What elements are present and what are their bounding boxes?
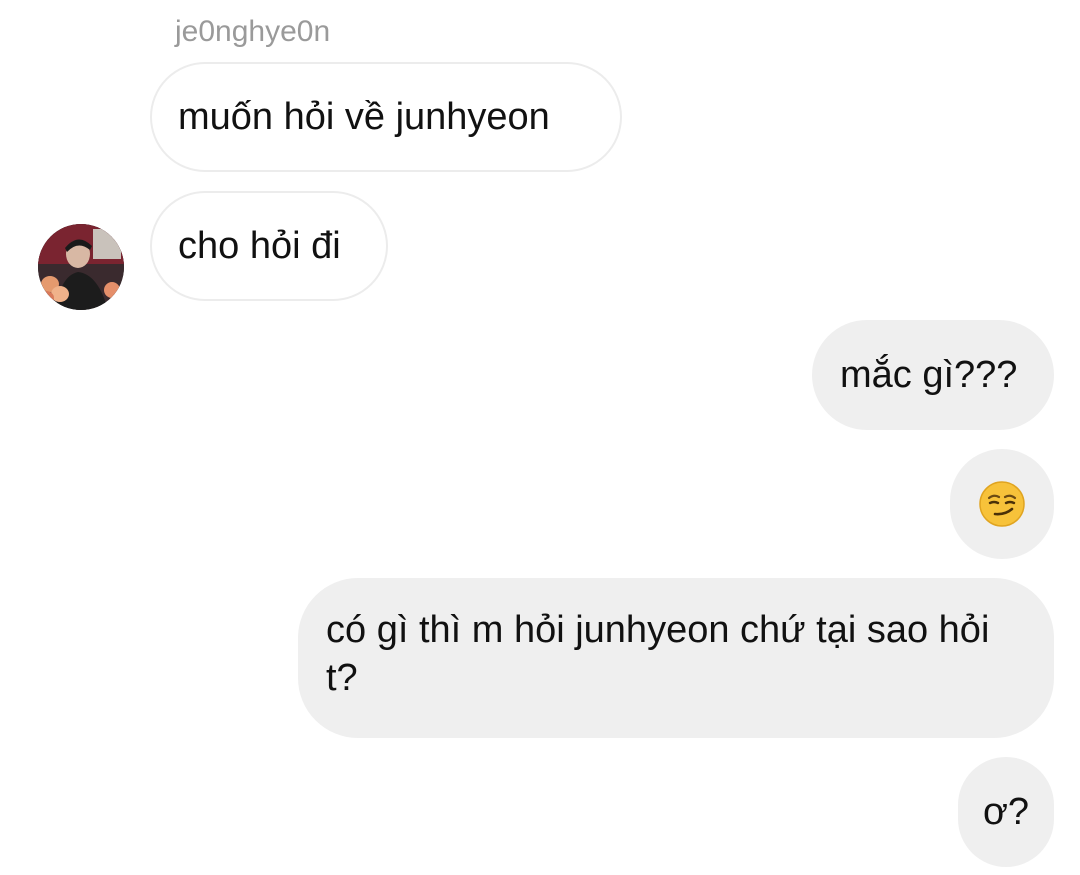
smirking-face-emoji — [979, 481, 1025, 527]
message-text: ơ? — [982, 791, 1030, 833]
message-text: có gì thì m hỏi junhyeon chứ tại sao hỏi… — [326, 609, 990, 699]
message-bubble-outgoing[interactable]: có gì thì m hỏi junhyeon chứ tại sao hỏi… — [298, 578, 1054, 738]
sender-avatar[interactable] — [38, 224, 124, 310]
message-bubble-outgoing[interactable]: mắc gì??? — [812, 320, 1054, 430]
message-text: muốn hỏi về junhyeon — [178, 96, 550, 138]
message-text: cho hỏi đi — [178, 225, 341, 267]
message-bubble-incoming[interactable]: cho hỏi đi — [150, 191, 388, 301]
message-bubble-outgoing[interactable]: ơ? — [958, 757, 1054, 867]
avatar-photo — [38, 224, 124, 310]
sender-username: je0nghye0n — [175, 15, 331, 48]
message-bubble-outgoing[interactable] — [950, 449, 1054, 559]
message-text: mắc gì??? — [840, 354, 1018, 396]
message-bubble-incoming[interactable]: muốn hỏi về junhyeon — [150, 62, 622, 172]
